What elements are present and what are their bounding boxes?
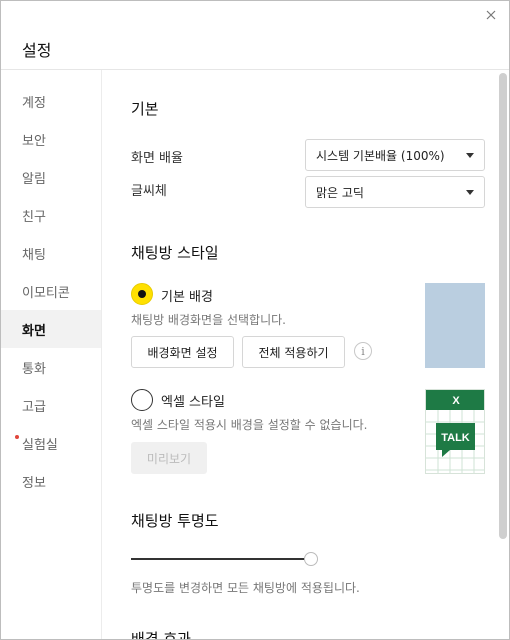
- font-select[interactable]: 맑은 고딕: [305, 176, 485, 208]
- sidebar-item-label: 계정: [22, 95, 46, 111]
- settings-window: 설정 계정 보안 알림 친구 채팅 이모티콘 화면 통화 고급 실험실 정보 기…: [0, 0, 510, 640]
- basic-background-label: 기본 배경: [161, 290, 213, 305]
- excel-style-preview: X TALK: [425, 389, 485, 474]
- basic-background-preview: [425, 283, 485, 368]
- apply-all-button[interactable]: 전체 적용하기: [242, 336, 345, 368]
- basic-background-desc: 채팅방 배경화면을 선택합니다.: [131, 313, 286, 327]
- preview-button[interactable]: 미리보기: [131, 442, 207, 474]
- radio-excel-style[interactable]: [131, 389, 153, 411]
- section-title-transparency: 채팅방 투명도: [131, 512, 219, 530]
- sidebar-item-advanced[interactable]: 고급: [1, 386, 101, 424]
- content-scrollbar[interactable]: [499, 70, 509, 639]
- slider-thumb[interactable]: [304, 552, 318, 566]
- sidebar-item-label: 채팅: [22, 247, 46, 263]
- talk-bubble-icon: TALK: [441, 432, 470, 444]
- chevron-down-icon: [466, 153, 474, 158]
- font-select-value: 맑은 고딕: [316, 185, 364, 200]
- scrollbar-thumb[interactable]: [499, 73, 507, 539]
- sidebar-item-labs[interactable]: 실험실: [1, 424, 101, 462]
- close-button[interactable]: [481, 5, 501, 25]
- chevron-down-icon: [466, 190, 474, 195]
- info-icon[interactable]: i: [354, 342, 372, 360]
- sidebar-item-emoticon[interactable]: 이모티콘: [1, 272, 101, 310]
- zoom-select-value: 시스템 기본배율 (100%): [316, 148, 445, 163]
- excel-style-desc: 엑셀 스타일 적용시 배경을 설정할 수 없습니다.: [131, 418, 368, 432]
- sidebar-item-label: 친구: [22, 209, 46, 225]
- sidebar-item-call[interactable]: 통화: [1, 348, 101, 386]
- sidebar: 계정 보안 알림 친구 채팅 이모티콘 화면 통화 고급 실험실 정보: [1, 70, 102, 639]
- close-icon: [486, 10, 496, 20]
- sidebar-item-account[interactable]: 계정: [1, 82, 101, 120]
- sidebar-item-notifications[interactable]: 알림: [1, 158, 101, 196]
- page-title: 설정: [22, 41, 52, 60]
- font-label: 글씨체: [131, 184, 167, 199]
- transparency-slider[interactable]: [131, 552, 318, 566]
- transparency-desc: 투명도를 변경하면 모든 채팅방에 적용됩니다.: [131, 581, 360, 595]
- sidebar-item-info[interactable]: 정보: [1, 462, 101, 500]
- section-title-bg-effect: 배경 효과: [131, 630, 191, 640]
- sidebar-item-label: 이모티콘: [22, 285, 70, 301]
- sidebar-item-security[interactable]: 보안: [1, 120, 101, 158]
- excel-preview-graphic: X TALK: [426, 390, 484, 473]
- sidebar-item-label: 고급: [22, 399, 46, 415]
- radio-basic-background[interactable]: [131, 283, 153, 305]
- slider-track: [131, 558, 311, 560]
- zoom-select[interactable]: 시스템 기본배율 (100%): [305, 139, 485, 171]
- sidebar-item-label: 통화: [22, 361, 46, 377]
- excel-style-label: 엑셀 스타일: [161, 395, 225, 410]
- section-title-basic: 기본: [131, 100, 159, 118]
- new-badge-dot: [15, 435, 19, 439]
- settings-content: 기본 화면 배율 시스템 기본배율 (100%) 글씨체 맑은 고딕 채팅방 스…: [102, 70, 499, 640]
- sidebar-item-label: 알림: [22, 171, 46, 187]
- set-background-button[interactable]: 배경화면 설정: [131, 336, 234, 368]
- sidebar-item-label: 보안: [22, 133, 46, 149]
- section-title-chat-style: 채팅방 스타일: [131, 244, 219, 262]
- sidebar-item-label: 화면: [22, 323, 46, 339]
- sidebar-item-label: 실험실: [22, 437, 58, 453]
- sidebar-item-display[interactable]: 화면: [1, 310, 101, 348]
- sidebar-item-friends[interactable]: 친구: [1, 196, 101, 234]
- zoom-label: 화면 배율: [131, 151, 183, 166]
- excel-x-icon: X: [452, 395, 460, 407]
- sidebar-item-chat[interactable]: 채팅: [1, 234, 101, 272]
- sidebar-item-label: 정보: [22, 475, 46, 491]
